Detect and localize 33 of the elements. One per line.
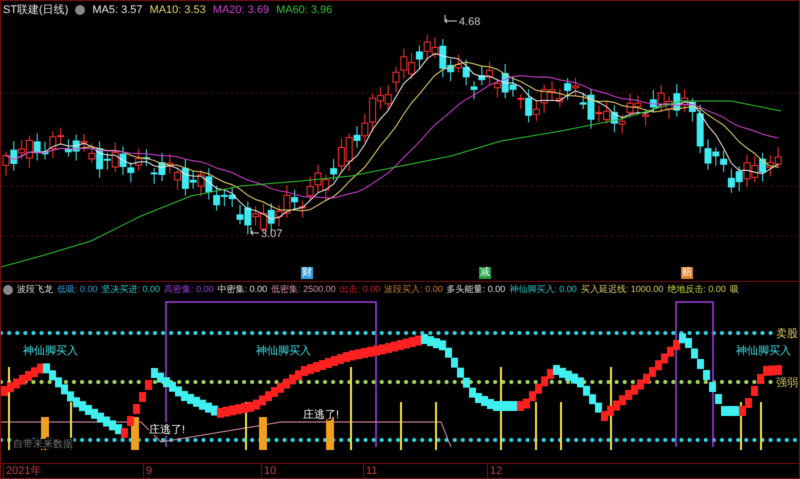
line-label: 强弱 xyxy=(776,377,798,389)
indicator-value: 高密集: 0.00 xyxy=(164,283,214,296)
indicator-value: 坚决买进: 0.00 xyxy=(102,283,160,296)
ma-value: MA5: 3.57 xyxy=(92,4,143,16)
indicator-value: 中密集: 0.00 xyxy=(218,283,268,296)
event-marker[interactable]: 赔 xyxy=(681,267,693,279)
signal-label: 神仙脚买入 xyxy=(256,345,311,357)
axis-label: 11 xyxy=(363,464,378,478)
ma-value: MA20: 3.69 xyxy=(212,4,270,16)
indicator-value: 神仙脚买入: 0.00 xyxy=(509,283,577,296)
high-price-label: 4.68 xyxy=(459,16,480,28)
indicator-value: 波段买入: 0.00 xyxy=(384,283,443,296)
chart-title: ST联建(日线) xyxy=(3,3,68,17)
indicator-value: 绝地反击: 0.00 xyxy=(667,283,726,296)
ma-value: MA60: 3.96 xyxy=(276,4,332,16)
ma-value: MA10: 3.53 xyxy=(150,4,206,16)
indicator-value: 多头能量: 0.00 xyxy=(446,283,506,296)
indicator-value: 低密集: 2500.00 xyxy=(271,283,336,296)
axis-label: 9 xyxy=(143,464,152,478)
indicator-value: 吸 xyxy=(730,283,739,296)
axis-label: 10 xyxy=(261,464,276,478)
line-label: 卖股 xyxy=(776,328,798,340)
low-price-label: 3.07 xyxy=(261,228,282,240)
event-marker[interactable]: 财 xyxy=(301,267,313,279)
axis-label: 2021年 xyxy=(3,464,42,478)
signal-label: 神仙脚买入 xyxy=(23,345,78,357)
axis-label: 12 xyxy=(487,464,502,478)
signal-label: 神仙脚买入 xyxy=(736,345,791,357)
indicator-value: 买入延迟线: 1000.00 xyxy=(580,283,664,296)
indicator-value: 出击: 0.00 xyxy=(340,283,380,296)
indicator-title: 波段飞龙 xyxy=(17,283,53,296)
event-marker[interactable]: 减 xyxy=(479,267,491,279)
indicator-value: 低吸: 0.00 xyxy=(57,283,98,296)
